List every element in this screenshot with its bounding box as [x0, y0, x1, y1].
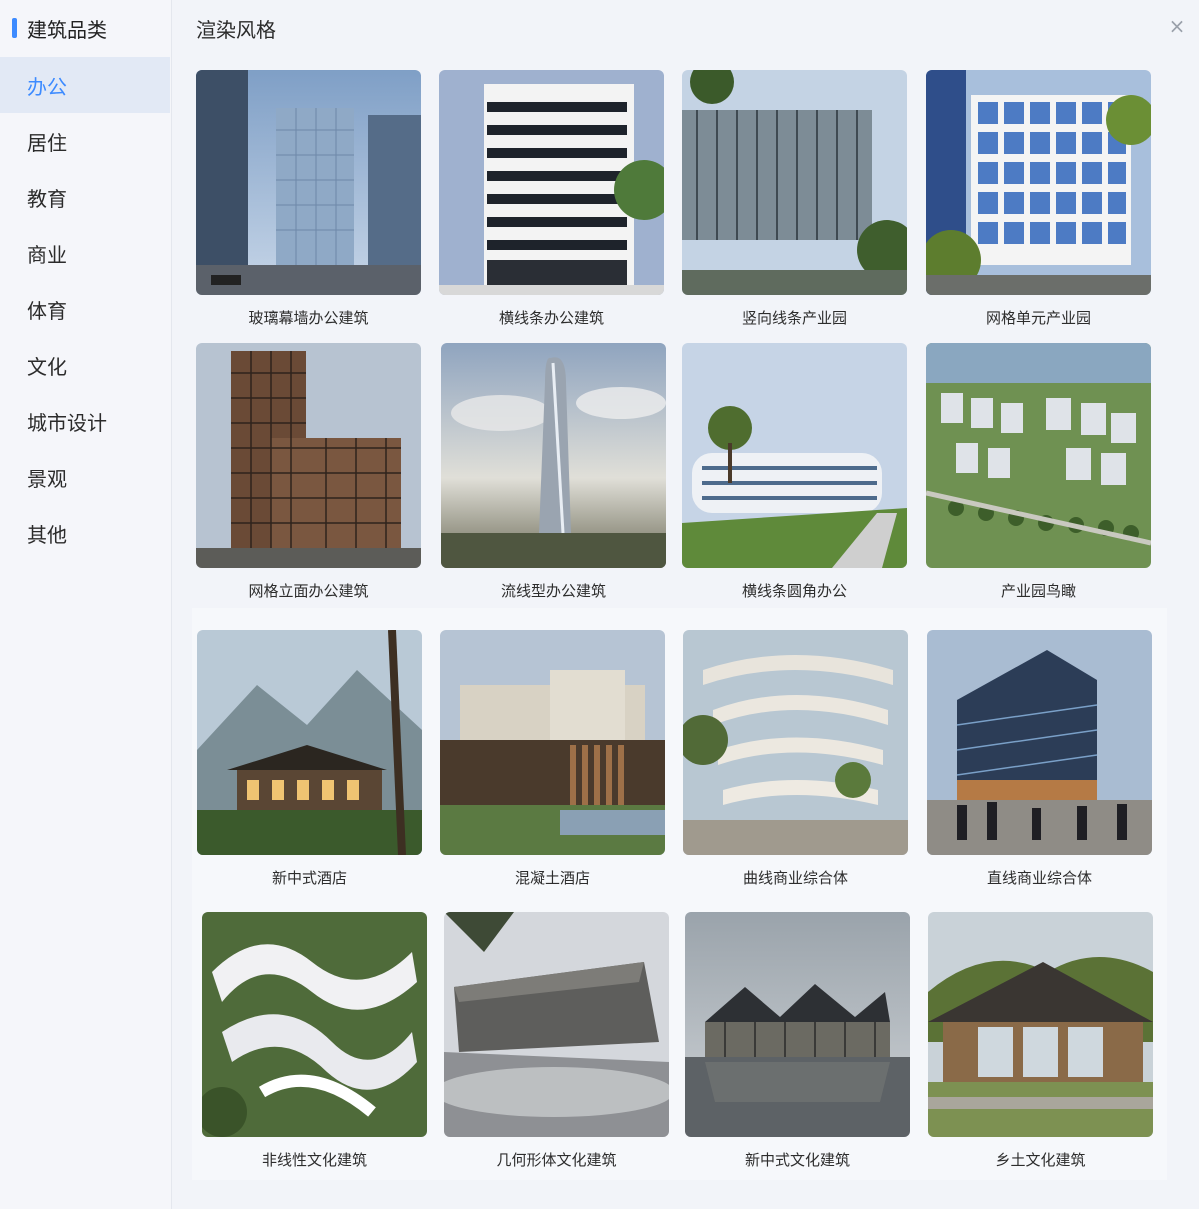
thumbnail-image	[927, 630, 1152, 855]
sidebar-item-sports[interactable]: 体育	[0, 281, 170, 337]
thumbnail-image	[928, 912, 1153, 1137]
style-card-label: 竖向线条产业园	[741, 309, 847, 327]
style-card-neo-chinese-hotel[interactable]: 新中式酒店	[197, 630, 422, 888]
style-card-glass-curtain-office[interactable]: 玻璃幕墙办公建筑	[196, 70, 421, 328]
style-row: 非线性文化建筑 几何形体文化建筑 新中式文化建筑 乡土文化建筑	[192, 894, 1167, 1180]
thumbnail-image	[444, 912, 669, 1137]
thumbnail-image	[685, 912, 910, 1137]
style-picker-window: 建筑品类 办公 居住 教育 商业 体育 文化 城市设计 景观 其他 渲染风格 ×	[0, 0, 1199, 1209]
sidebar-item-culture[interactable]: 文化	[0, 337, 170, 393]
style-card-label: 混凝土酒店	[514, 869, 590, 887]
style-card-horizontal-rounded-office[interactable]: 横线条圆角办公	[682, 343, 907, 601]
thumbnail-image	[682, 70, 907, 295]
style-card-label: 直线商业综合体	[986, 869, 1092, 887]
style-card-linear-commercial-complex[interactable]: 直线商业综合体	[927, 630, 1152, 888]
sidebar-item-other[interactable]: 其他	[0, 505, 170, 561]
style-row: 网格立面办公建筑 流线型办公建筑 横线条圆角办公 产业园鸟瞰	[192, 332, 1167, 608]
thumbnail-image	[202, 912, 427, 1137]
style-card-label: 网格立面办公建筑	[248, 582, 369, 600]
style-card-label: 非线性文化建筑	[261, 1151, 367, 1169]
style-card-label: 流线型办公建筑	[500, 582, 606, 600]
style-card-label: 新中式文化建筑	[744, 1151, 850, 1169]
thumbnail-image	[440, 630, 665, 855]
style-card-label: 网格单元产业园	[985, 309, 1091, 327]
style-grid: 玻璃幕墙办公建筑 横线条办公建筑 竖向线条产业园 网格单元产业园 网格立面办公建…	[192, 56, 1167, 1180]
panel-title: 渲染风格	[196, 18, 276, 42]
style-card-vertical-line-industrial-park[interactable]: 竖向线条产业园	[682, 70, 907, 328]
sidebar-item-education[interactable]: 教育	[0, 169, 170, 225]
style-card-label: 玻璃幕墙办公建筑	[248, 309, 369, 327]
style-card-label: 几何形体文化建筑	[496, 1151, 617, 1169]
thumbnail-image	[439, 70, 664, 295]
thumbnail-image	[683, 630, 908, 855]
style-card-grid-unit-industrial-park[interactable]: 网格单元产业园	[926, 70, 1151, 328]
sidebar-item-landscape[interactable]: 景观	[0, 449, 170, 505]
thumbnail-image	[196, 343, 421, 568]
style-row: 玻璃幕墙办公建筑 横线条办公建筑 竖向线条产业园 网格单元产业园	[192, 56, 1167, 332]
style-card-streamline-office[interactable]: 流线型办公建筑	[441, 343, 666, 601]
thumbnail-image	[682, 343, 907, 568]
style-card-label: 横线条办公建筑	[498, 309, 604, 327]
close-icon[interactable]: ×	[1167, 16, 1187, 36]
style-card-label: 曲线商业综合体	[742, 869, 848, 887]
style-card-curved-commercial-complex[interactable]: 曲线商业综合体	[683, 630, 908, 888]
thumbnail-image	[926, 343, 1151, 568]
sidebar-item-urban-design[interactable]: 城市设计	[0, 393, 170, 449]
style-card-vernacular-cultural[interactable]: 乡土文化建筑	[928, 912, 1153, 1170]
category-sidebar: 建筑品类 办公 居住 教育 商业 体育 文化 城市设计 景观 其他	[0, 0, 172, 1209]
style-card-grid-facade-office[interactable]: 网格立面办公建筑	[196, 343, 421, 601]
sidebar-header: 建筑品类	[12, 14, 107, 42]
style-card-nonlinear-cultural[interactable]: 非线性文化建筑	[202, 912, 427, 1170]
style-card-industrial-park-aerial[interactable]: 产业园鸟瞰	[926, 343, 1151, 601]
thumbnail-image	[441, 343, 666, 568]
style-card-concrete-hotel[interactable]: 混凝土酒店	[440, 630, 665, 888]
style-card-geometric-cultural[interactable]: 几何形体文化建筑	[444, 912, 669, 1170]
style-card-label: 产业园鸟瞰	[1000, 582, 1076, 600]
style-card-horizontal-line-office[interactable]: 横线条办公建筑	[439, 70, 664, 328]
category-list: 办公 居住 教育 商业 体育 文化 城市设计 景观 其他	[0, 57, 170, 561]
style-row: 新中式酒店 混凝土酒店 曲线商业综合体 直线商业综合体	[192, 608, 1167, 894]
style-panel: 渲染风格 × 玻璃幕墙办公建筑 横线条办公建筑 竖向线条产业园 网格单元产业园 …	[172, 0, 1199, 1209]
thumbnail-image	[196, 70, 421, 295]
style-card-label: 新中式酒店	[271, 869, 347, 887]
style-card-label: 横线条圆角办公	[741, 582, 847, 600]
sidebar-title: 建筑品类	[27, 17, 107, 42]
thumbnail-image	[197, 630, 422, 855]
sidebar-item-commercial[interactable]: 商业	[0, 225, 170, 281]
style-card-neo-chinese-cultural[interactable]: 新中式文化建筑	[685, 912, 910, 1170]
accent-bar	[12, 18, 17, 38]
thumbnail-image	[926, 70, 1151, 295]
style-card-label: 乡土文化建筑	[995, 1151, 1086, 1169]
sidebar-item-residential[interactable]: 居住	[0, 113, 170, 169]
sidebar-item-office[interactable]: 办公	[0, 57, 170, 113]
